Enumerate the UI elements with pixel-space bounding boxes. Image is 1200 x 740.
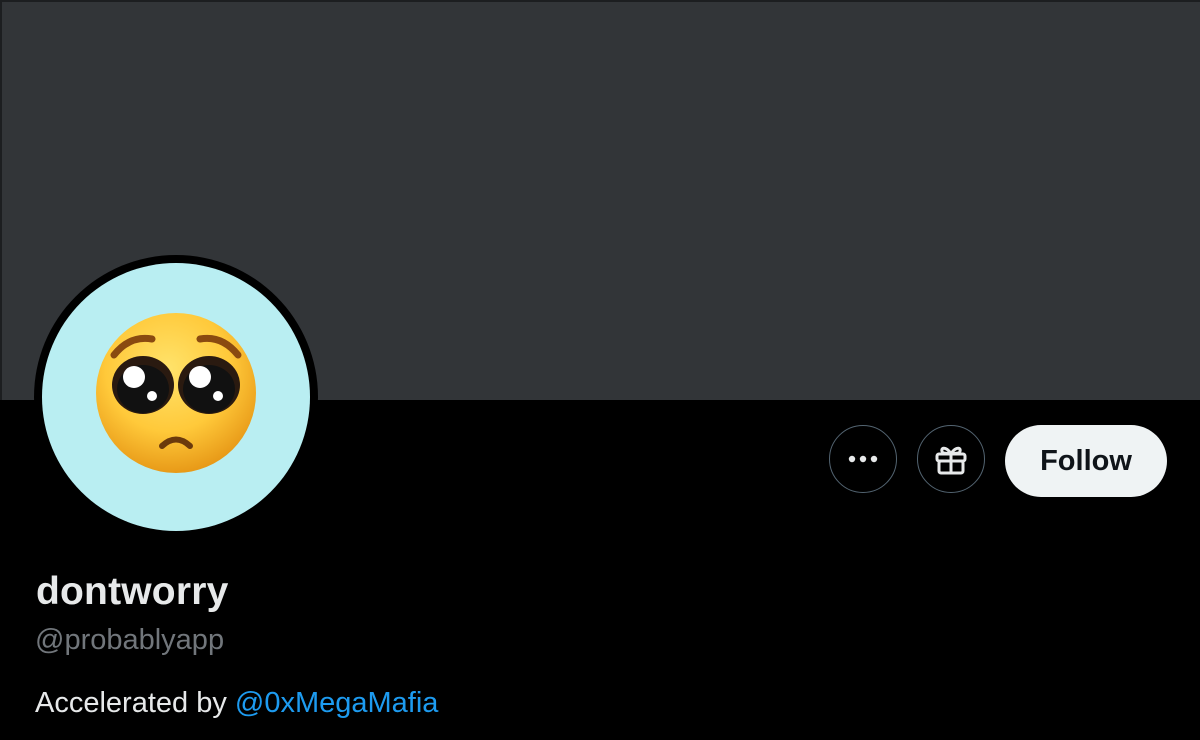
avatar[interactable] [42,263,310,531]
bio-mention-link[interactable]: @0xMegaMafia [235,687,439,719]
pleading-face-icon [96,313,256,473]
follow-button[interactable]: Follow [1005,425,1167,497]
bio-text: Accelerated by [35,687,235,719]
more-options-button[interactable] [829,425,897,493]
avatar-frame [34,255,318,539]
gift-button[interactable] [917,425,985,493]
user-handle: @probablyapp [35,624,225,656]
gift-icon [935,446,967,475]
ellipsis-icon [848,455,878,463]
display-name: dontworry [36,570,229,613]
bio: Accelerated by @0xMegaMafia [35,687,438,720]
